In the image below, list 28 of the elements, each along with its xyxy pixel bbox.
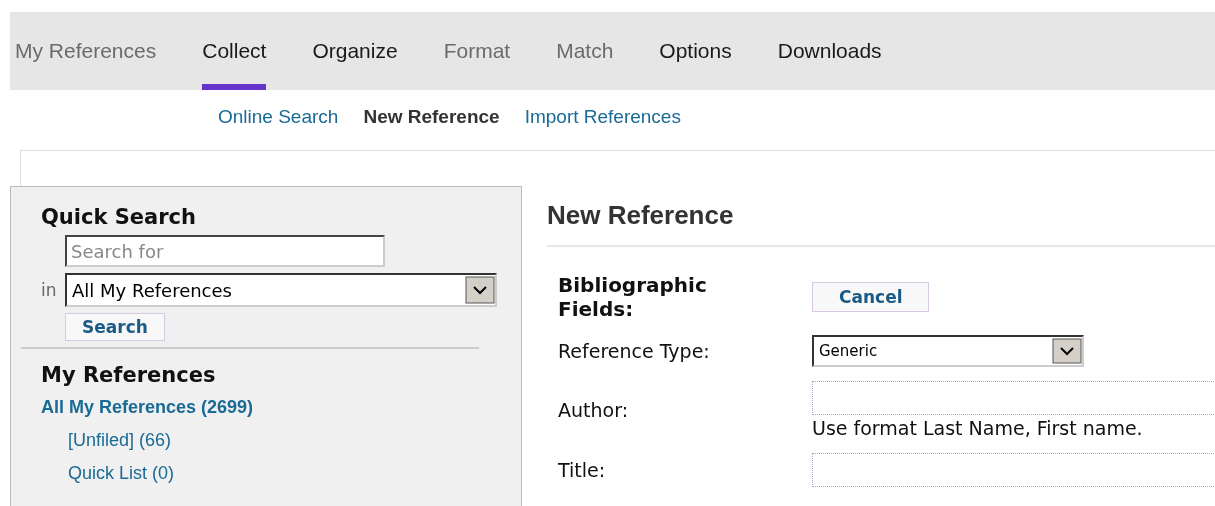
search-button[interactable]: Search — [65, 313, 165, 341]
text-field[interactable] — [812, 381, 1215, 415]
search-field[interactable]: Search for — [65, 235, 385, 267]
nav-tab[interactable]: Collect — [202, 12, 267, 90]
field-label: Title: — [558, 459, 607, 481]
nav-tab[interactable]: Options — [659, 12, 732, 90]
nav-tab[interactable]: Downloads — [777, 12, 882, 90]
dropdown-icon — [465, 276, 495, 304]
in-label: in — [41, 280, 58, 300]
folder-link[interactable]: All My References (2699) — [41, 397, 493, 418]
sub-tab[interactable]: Online Search — [218, 106, 339, 136]
field-label: Reference Type: — [558, 340, 711, 362]
folder-link[interactable]: [Unfiled] (66) — [68, 430, 493, 451]
nav-tab[interactable]: Organize — [312, 12, 398, 90]
field-label: Author: — [558, 399, 630, 421]
dropdown-icon — [1052, 338, 1082, 364]
cancel-button[interactable]: Cancel — [812, 282, 930, 312]
text-field[interactable] — [812, 453, 1215, 487]
page-title: New Reference — [547, 200, 1215, 247]
field-hint: Use format Last Name, First name. — [812, 417, 1144, 439]
folder-link[interactable]: Quick List (0) — [68, 463, 493, 484]
section-title: Quick Search — [41, 205, 198, 229]
section-title: My References — [41, 363, 217, 387]
section-label: Bibliographic Fields: — [558, 273, 708, 321]
sub-tab[interactable]: New Reference — [363, 106, 500, 136]
sub-tab[interactable]: Import References — [524, 106, 681, 136]
scope-dropdown[interactable]: All My References — [65, 273, 497, 307]
type-dropdown[interactable]: Generic — [812, 335, 1084, 367]
